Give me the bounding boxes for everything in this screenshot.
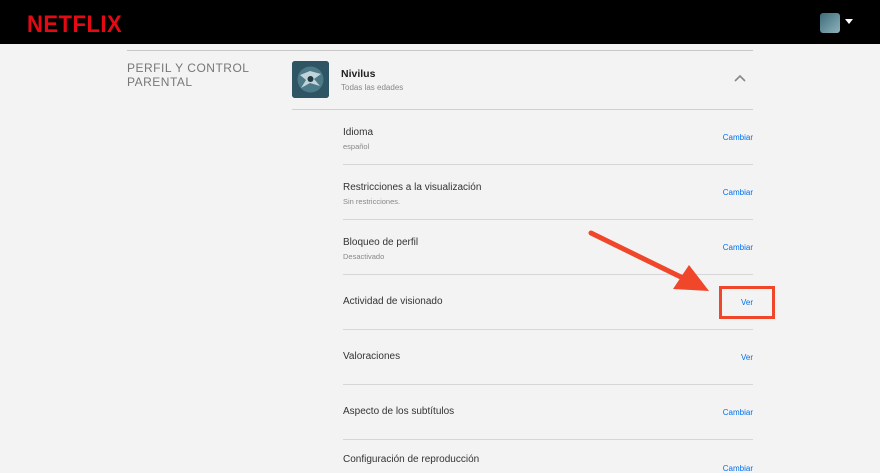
cambiar-restricciones-link[interactable]: Cambiar xyxy=(723,188,753,197)
setting-value: español xyxy=(343,142,370,151)
setting-row-valoraciones: Valoraciones Ver xyxy=(343,330,753,385)
setting-value: Desactivado xyxy=(343,252,385,261)
profile-maturity: Todas las edades xyxy=(341,83,404,92)
section-title: PERFIL Y CONTROL PARENTAL xyxy=(127,61,250,89)
profile-name: Nivilus xyxy=(341,68,376,80)
caret-down-icon[interactable] xyxy=(845,19,853,24)
setting-title: Valoraciones xyxy=(343,351,401,362)
setting-title: Configuración de reproducción xyxy=(343,454,480,465)
setting-title: Aspecto de los subtítulos xyxy=(343,406,455,417)
red-arrow-icon xyxy=(588,230,709,291)
setting-row-reproduccion: Configuración de reproducción Cambiar xyxy=(343,438,753,473)
setting-row-idioma: Idioma español Cambiar xyxy=(343,110,753,165)
setting-title: Idioma xyxy=(343,127,374,138)
setting-title: Bloqueo de perfil xyxy=(343,237,419,248)
cambiar-idioma-link[interactable]: Cambiar xyxy=(723,133,753,142)
cambiar-bloqueo-link[interactable]: Cambiar xyxy=(723,243,753,252)
section-divider xyxy=(127,50,753,51)
setting-row-subtitulos: Aspecto de los subtítulos Cambiar xyxy=(343,385,753,440)
chevron-up-icon[interactable] xyxy=(734,74,746,82)
setting-row-restricciones: Restricciones a la visualización Sin res… xyxy=(343,165,753,220)
setting-title: Restricciones a la visualización xyxy=(343,182,482,193)
netflix-logo[interactable]: NETFLIX xyxy=(27,10,122,39)
highlight-box xyxy=(719,286,775,319)
setting-title: Actividad de visionado xyxy=(343,296,443,307)
profile-avatar-icon[interactable] xyxy=(820,13,840,33)
cambiar-reproduccion-link[interactable]: Cambiar xyxy=(723,464,753,473)
ver-valoraciones-link[interactable]: Ver xyxy=(741,353,753,362)
cambiar-subtitulos-link[interactable]: Cambiar xyxy=(723,408,753,417)
top-navigation-bar: NETFLIX xyxy=(0,0,880,44)
setting-value: Sin restricciones. xyxy=(343,197,401,206)
profile-avatar xyxy=(292,61,329,98)
